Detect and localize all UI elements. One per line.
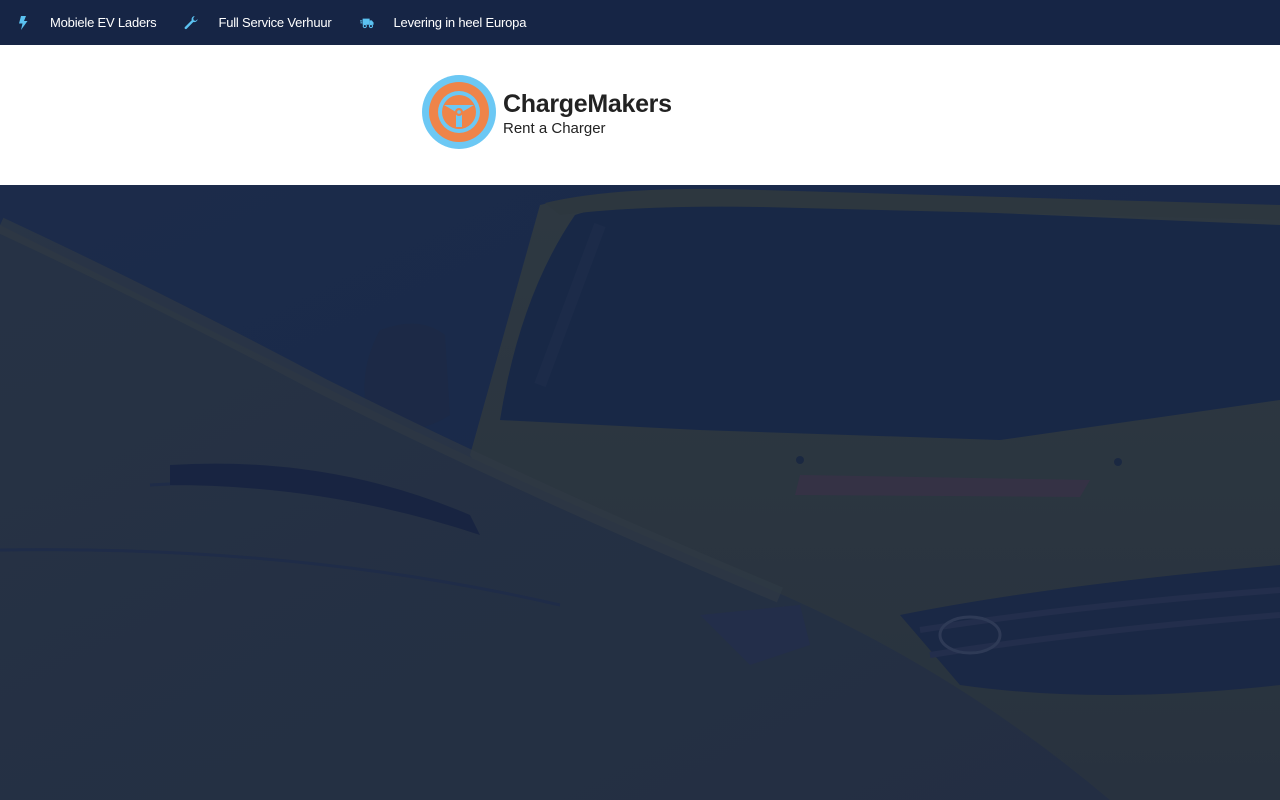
- hero-van-photo: [0, 185, 1280, 800]
- topbar-item-full-service: Full Service Verhuur: [184, 15, 332, 30]
- site-header: ChargeMakers Rent a Charger: [0, 45, 1280, 185]
- topbar-item-label: Full Service Verhuur: [218, 15, 332, 30]
- topbar-item-label: Mobiele EV Laders: [50, 15, 157, 30]
- brand-tagline: Rent a Charger: [503, 120, 606, 137]
- charger-wheel-logo: [422, 75, 496, 149]
- delivery-truck-icon: [359, 16, 374, 30]
- site-logo[interactable]: ChargeMakers Rent a Charger: [422, 75, 672, 149]
- topbar-item-label: Levering in heel Europa: [393, 15, 527, 30]
- topbar-item-delivery: Levering in heel Europa: [359, 15, 527, 30]
- wrench-icon: [184, 15, 199, 30]
- bolt-icon: [16, 15, 30, 30]
- brand-name: ChargeMakers: [503, 90, 672, 118]
- topbar-item-mobile-chargers: Mobiele EV Laders: [16, 15, 157, 30]
- hero-banner: [0, 185, 1280, 800]
- top-info-bar: Mobiele EV Laders Full Service Verhuur L…: [0, 0, 1280, 45]
